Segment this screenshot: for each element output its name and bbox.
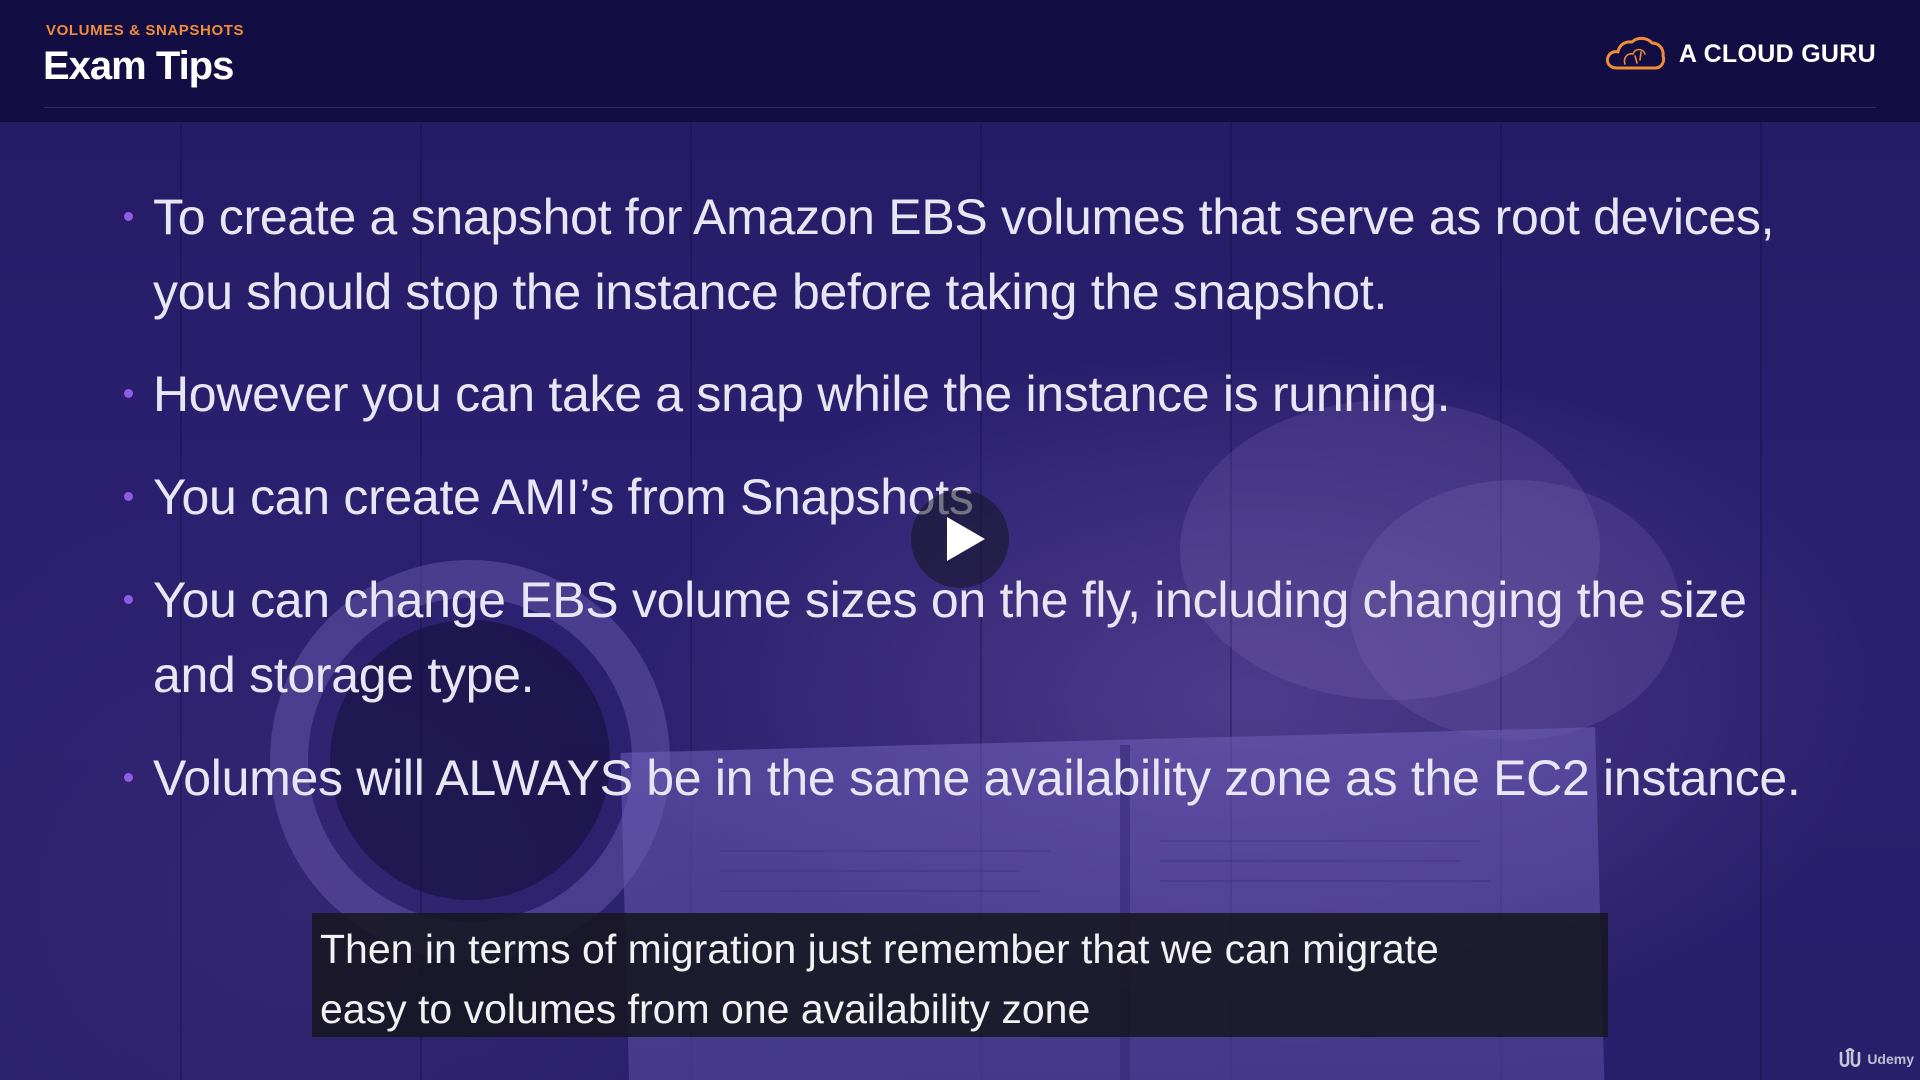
bullet-dot-icon — [124, 773, 133, 782]
list-item: To create a snapshot for Amazon EBS volu… — [118, 180, 1808, 330]
bullet-dot-icon — [124, 595, 133, 604]
bullet-dot-icon — [124, 389, 133, 398]
slide-header: VOLUMES & SNAPSHOTS Exam Tips A CLOUD GU… — [0, 0, 1920, 122]
list-item: Volumes will ALWAYS be in the same avail… — [118, 741, 1808, 816]
list-item-text: To create a snapshot for Amazon EBS volu… — [153, 189, 1775, 320]
brand: A CLOUD GURU — [1603, 34, 1876, 74]
book-text-line — [1160, 860, 1460, 862]
book-text-line — [720, 890, 1040, 892]
brand-name: A CLOUD GURU — [1678, 39, 1876, 68]
header-divider — [44, 107, 1876, 108]
play-icon — [947, 517, 985, 561]
list-item-text: Volumes will ALWAYS be in the same avail… — [153, 750, 1801, 806]
caption-line: Then in terms of migration just remember… — [320, 926, 1439, 972]
caption-line: easy to volumes from one availability zo… — [320, 986, 1091, 1032]
bullet-dot-icon — [124, 492, 133, 501]
udemy-watermark: Udemy — [1837, 1048, 1914, 1070]
page-title: Exam Tips — [43, 44, 234, 88]
play-button[interactable] — [911, 490, 1009, 588]
section-label: VOLUMES & SNAPSHOTS — [46, 22, 245, 39]
list-item-text: However you can take a snap while the in… — [153, 366, 1451, 422]
video-caption: Then in terms of migration just remember… — [312, 913, 1608, 1037]
bullet-dot-icon — [124, 212, 133, 221]
book-text-line — [720, 850, 1050, 852]
book-text-line — [1160, 880, 1490, 882]
cloud-logo-icon — [1605, 36, 1665, 70]
watermark-text: Udemy — [1867, 1051, 1914, 1067]
udemy-logo-icon — [1840, 1048, 1861, 1068]
list-item-text: You can change EBS volume sizes on the f… — [153, 572, 1747, 703]
book-text-line — [720, 870, 1020, 872]
book-text-line — [1160, 840, 1480, 842]
list-item: However you can take a snap while the in… — [118, 357, 1808, 432]
list-item-text: You can create AMI’s from Snapshots — [153, 469, 974, 525]
